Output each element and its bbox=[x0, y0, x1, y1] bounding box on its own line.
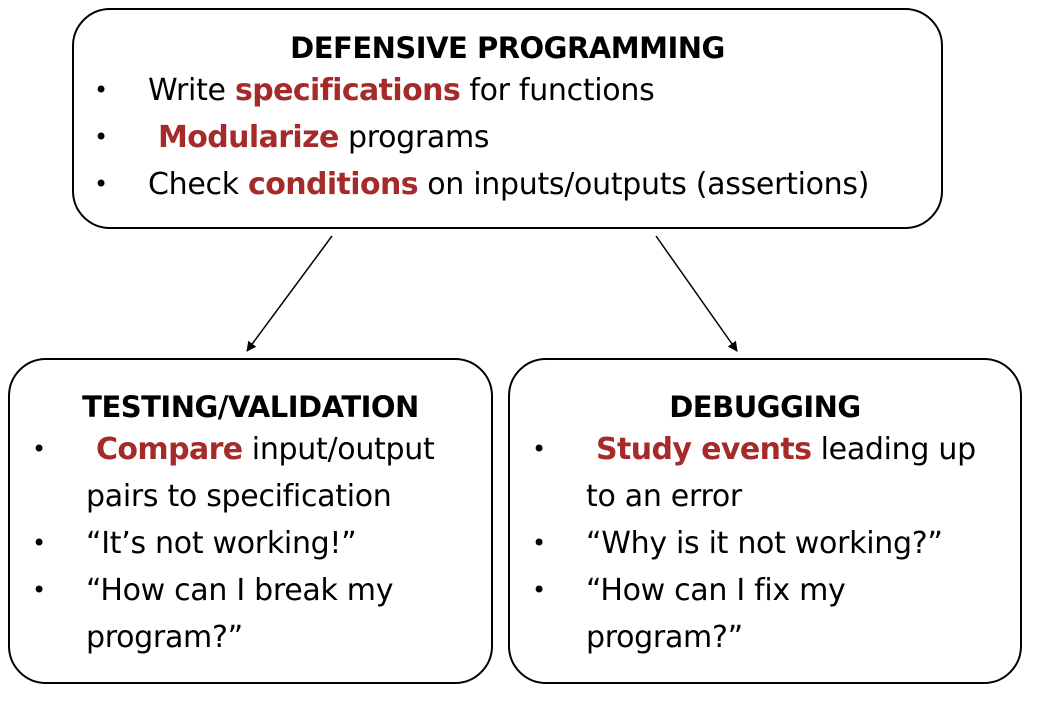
bullet-icon: • bbox=[532, 529, 546, 557]
list-item: • Study events leading up to an error bbox=[510, 426, 1020, 520]
defensive-programming-title: DEFENSIVE PROGRAMMING bbox=[290, 31, 725, 65]
bullet-icon: • bbox=[94, 123, 108, 151]
list-item: • “Why is it not working?” bbox=[510, 520, 1020, 567]
testing-validation-box: TESTING/VALIDATION • Compare input/output… bbox=[8, 358, 493, 684]
highlight-term: Study events bbox=[596, 432, 812, 467]
list-item: • Compare input/output pairs to specificat… bbox=[10, 426, 491, 520]
list-item: • “How can I fix my program?” bbox=[510, 567, 1020, 661]
highlight-term: conditions bbox=[248, 167, 419, 202]
arrow-to-debugging bbox=[655, 235, 738, 352]
list-item: • Write specifications for functions bbox=[74, 67, 941, 114]
debugging-list: • Study events leading up to an error • “Wh… bbox=[510, 426, 1020, 661]
bullet-icon: • bbox=[532, 576, 546, 604]
testing-validation-list: • Compare input/output pairs to specificat… bbox=[10, 426, 491, 661]
debugging-title: DEBUGGING bbox=[669, 390, 861, 424]
bullet-icon: • bbox=[32, 529, 46, 557]
highlight-term: Compare bbox=[96, 432, 243, 467]
list-item: • Modularize programs bbox=[74, 114, 941, 161]
list-item: • “It’s not working!” bbox=[10, 520, 491, 567]
bullet-icon: • bbox=[94, 76, 108, 104]
list-item: • Check conditions on inputs/outputs (ass… bbox=[74, 161, 941, 208]
bullet-icon: • bbox=[94, 170, 108, 198]
highlight-term: Modularize bbox=[158, 120, 339, 155]
debugging-box: DEBUGGING • Study events leading up to an … bbox=[508, 358, 1022, 684]
highlight-term: specifications bbox=[234, 73, 461, 108]
bullet-icon: • bbox=[32, 576, 46, 604]
defensive-programming-box: DEFENSIVE PROGRAMMING • Write specificati… bbox=[72, 8, 943, 229]
testing-validation-title: TESTING/VALIDATION bbox=[82, 390, 419, 424]
bullet-icon: • bbox=[532, 435, 546, 463]
bullet-icon: • bbox=[32, 435, 46, 463]
defensive-programming-list: • Write specifications for functions • Mod… bbox=[74, 67, 941, 208]
arrow-to-testing bbox=[246, 235, 333, 352]
list-item: • “How can I break my program?” bbox=[10, 567, 491, 661]
